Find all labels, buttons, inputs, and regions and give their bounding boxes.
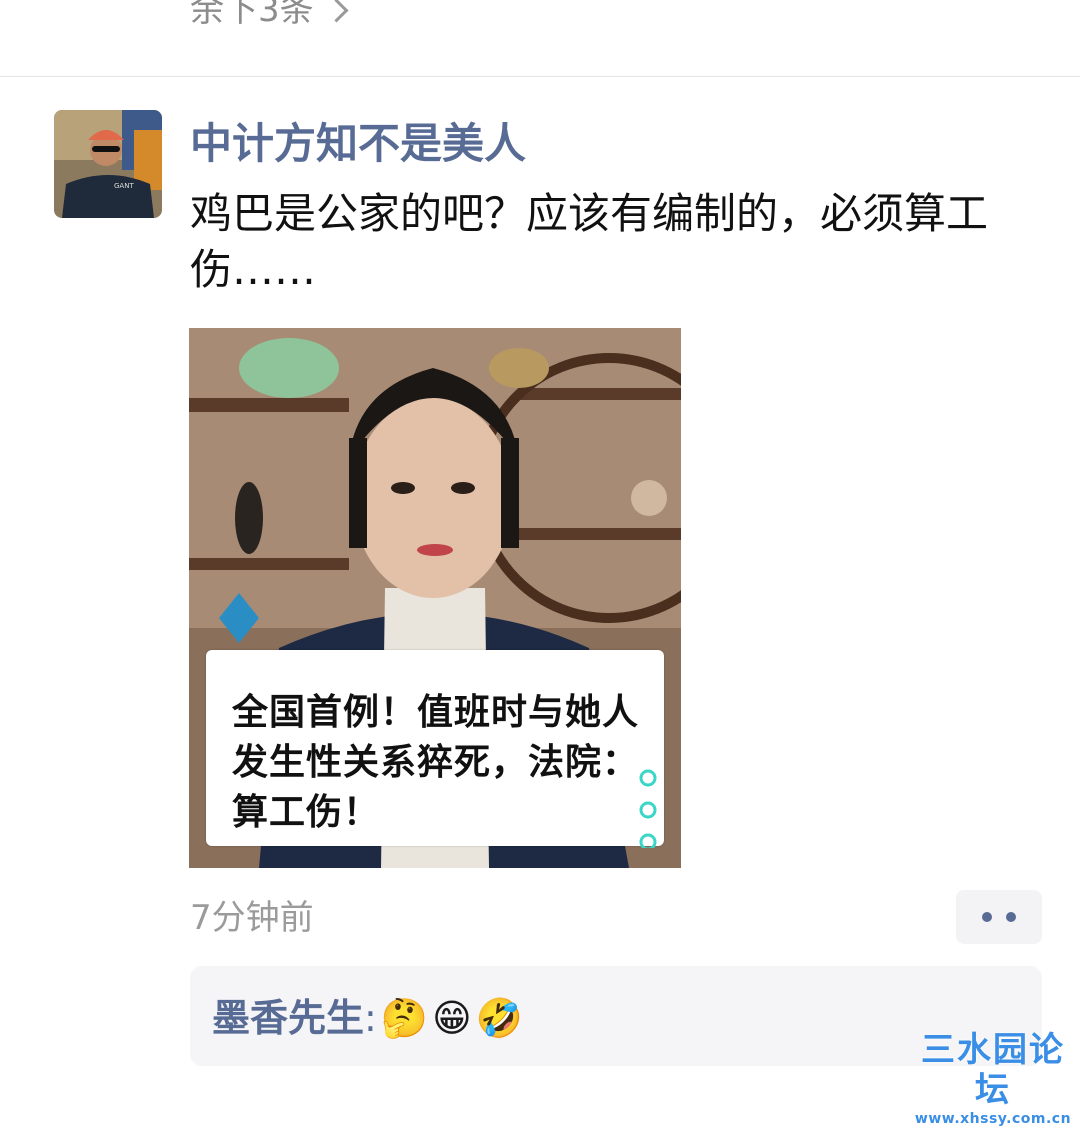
post-text: 鸡巴是公家的吧？应该有编制的，必须算工伤…… xyxy=(190,189,989,294)
grinning-emoji-icon: 😁 xyxy=(432,996,472,1040)
divider xyxy=(0,76,1080,77)
more-replies-link[interactable]: 余下3条 xyxy=(190,0,349,34)
avatar[interactable]: GANT xyxy=(54,110,162,218)
comment-separator: : xyxy=(364,996,377,1040)
svg-text:GANT: GANT xyxy=(114,182,134,190)
thinking-emoji-icon: 🤔 xyxy=(380,996,429,1040)
watermark-title: 三水园论坛 xyxy=(921,1030,1065,1110)
comment-author[interactable]: 墨香先生 xyxy=(212,992,364,1044)
more-dots-icon xyxy=(1006,912,1016,922)
laughing-emoji-icon: 🤣 xyxy=(475,996,524,1040)
chevron-right-icon xyxy=(324,0,349,23)
more-actions-button[interactable] xyxy=(956,890,1042,944)
post-timestamp: 7分钟前 xyxy=(190,898,314,938)
comment-item[interactable]: 墨香先生 : 🤔 😁 🤣 xyxy=(212,992,523,1044)
watermark: 三水园论坛 www.xhssy.com.cn xyxy=(908,1030,1078,1128)
image-caption-text: 全国首例！值班时与她人发生性关系猝死，法院：算工伤！ xyxy=(232,692,640,833)
more-replies-label: 余下3条 xyxy=(190,0,314,30)
watermark-url: www.xhssy.com.cn xyxy=(914,1111,1072,1127)
more-dots-icon xyxy=(982,912,992,922)
post-username[interactable]: 中计方知不是美人 xyxy=(190,116,526,172)
